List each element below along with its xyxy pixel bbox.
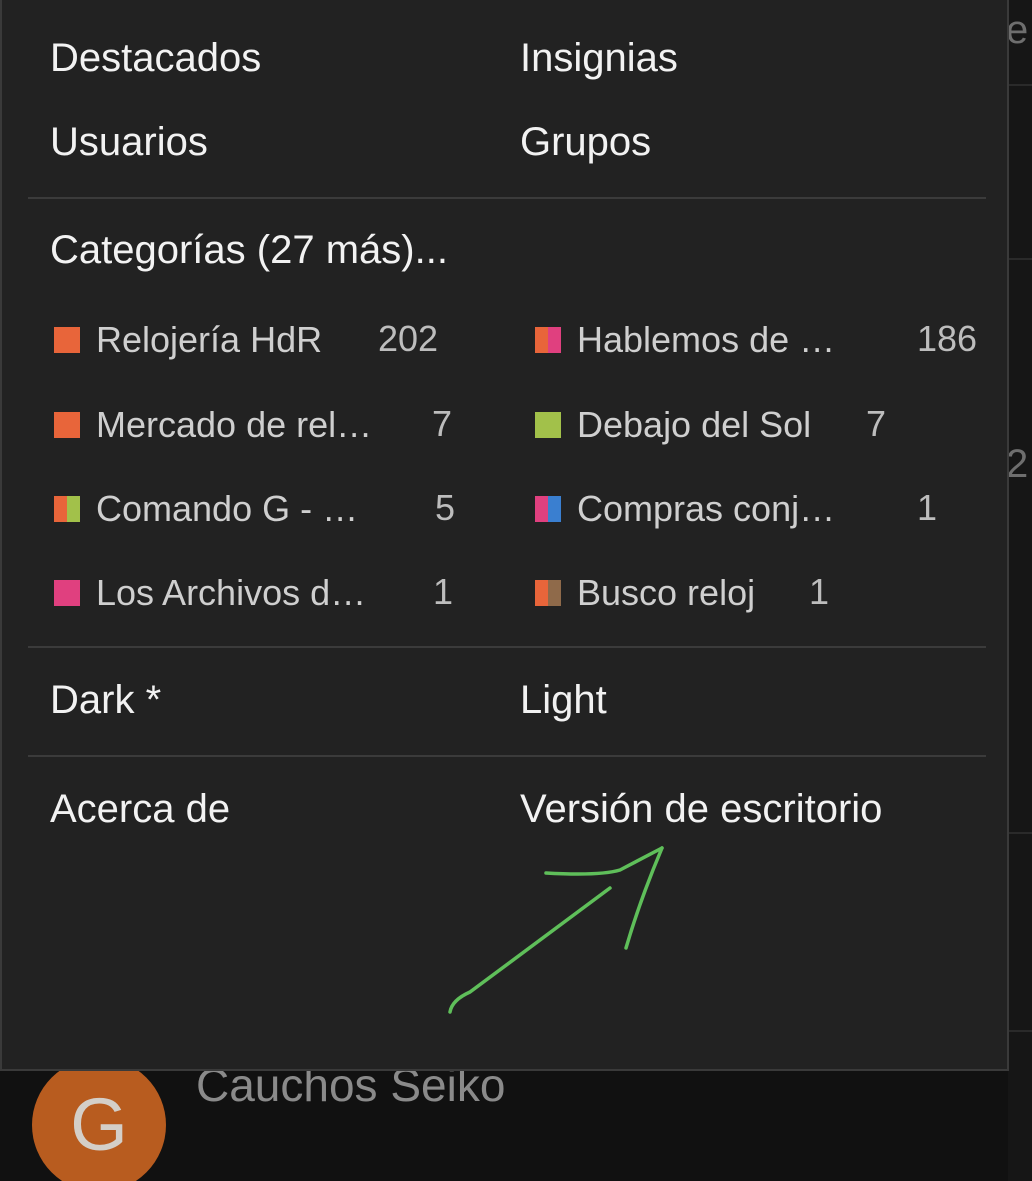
annotation-arrow-icon: [448, 846, 664, 1014]
